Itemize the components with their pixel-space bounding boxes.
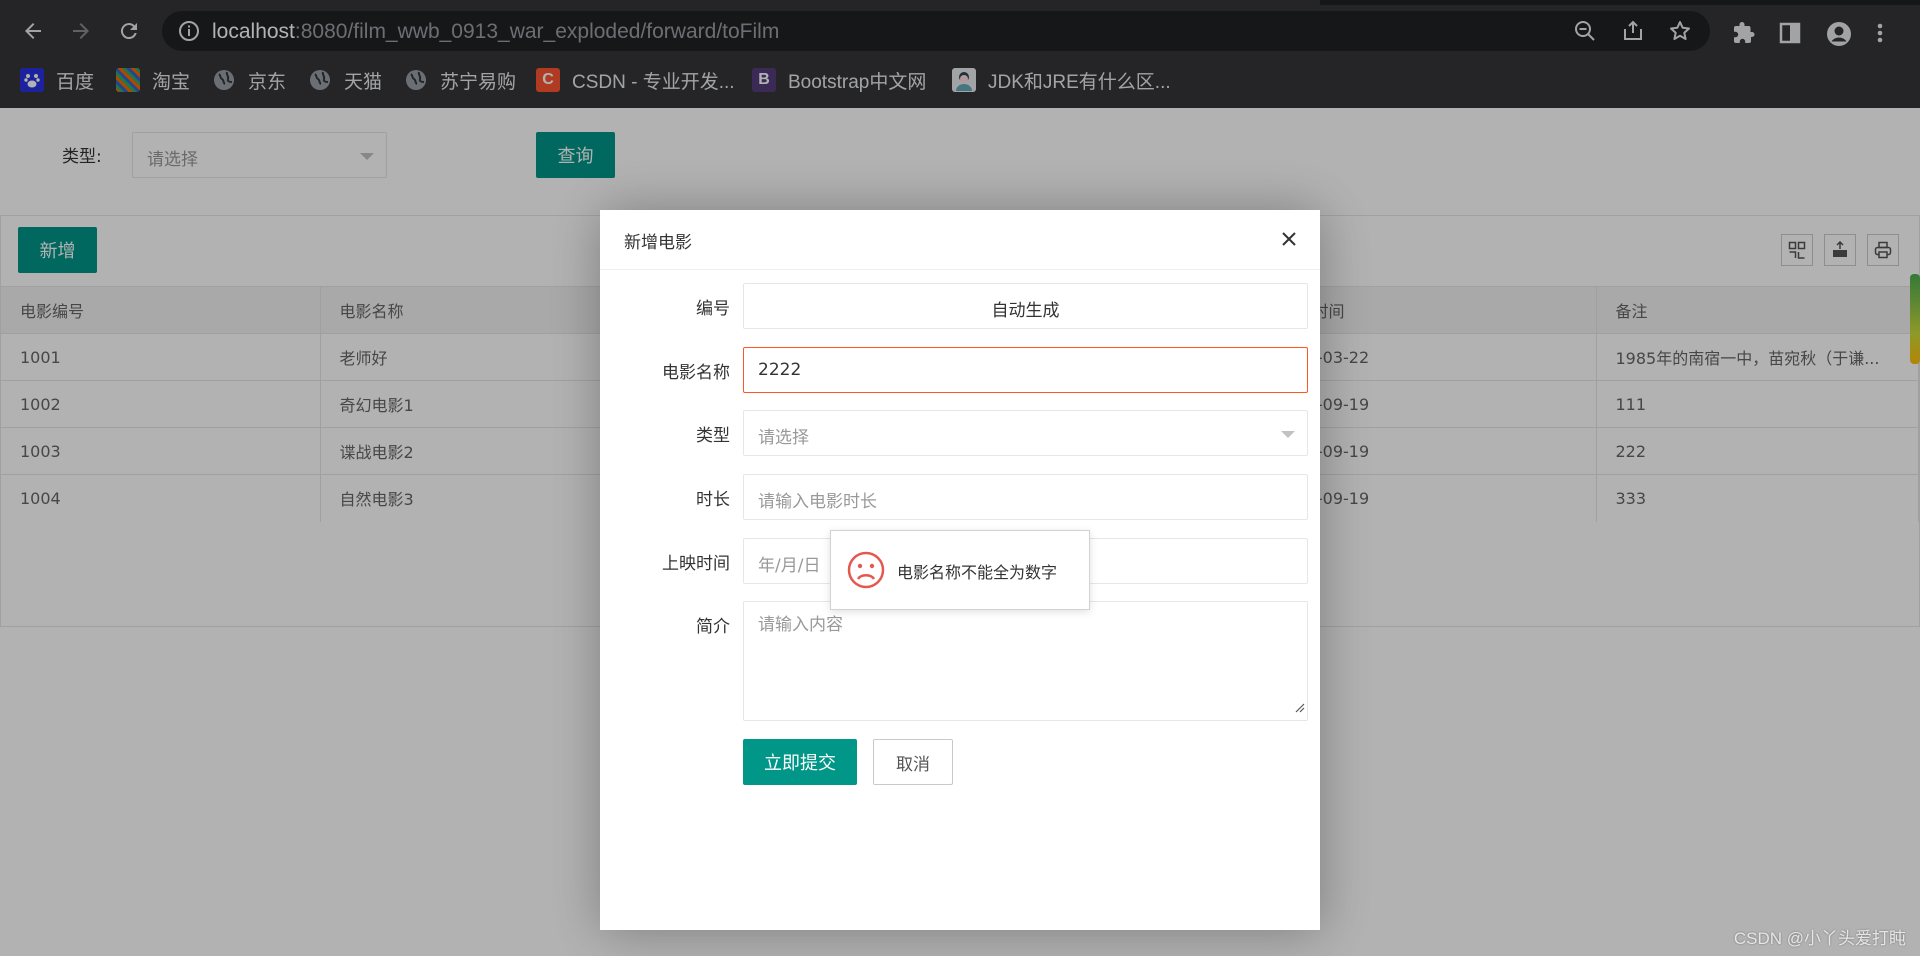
release-date-placeholder: 年/月/日 (758, 556, 821, 576)
chevron-down-icon (1281, 431, 1295, 438)
release-date-label: 上映时间 (662, 554, 730, 574)
duration-field[interactable]: 请输入电影时长 (743, 474, 1308, 520)
type-select[interactable]: 请选择 (743, 410, 1308, 456)
type-placeholder: 请选择 (758, 428, 809, 448)
duration-label: 时长 (696, 490, 730, 510)
sad-face-icon (847, 551, 885, 593)
id-label: 编号 (696, 299, 730, 319)
cancel-button[interactable]: 取消 (873, 739, 953, 785)
duration-placeholder: 请输入电影时长 (758, 492, 877, 512)
intro-placeholder: 请输入内容 (758, 615, 843, 635)
watermark: CSDN @小丫头爱打盹 (1733, 929, 1906, 948)
dialog-header: 新增电影 (600, 210, 1320, 270)
name-label: 电影名称 (662, 363, 730, 383)
resize-handle-icon[interactable] (1293, 698, 1305, 718)
submit-button[interactable]: 立即提交 (743, 739, 857, 785)
id-value: 自动生成 (991, 301, 1060, 321)
type-label: 类型 (696, 426, 730, 446)
intro-textarea[interactable]: 请输入内容 (743, 601, 1308, 721)
tip-message: 电影名称不能全为数字 (897, 563, 1058, 582)
name-field[interactable]: 2222 (743, 347, 1308, 393)
validation-tip: 电影名称不能全为数字 (830, 530, 1090, 610)
id-field: 自动生成 (743, 283, 1308, 329)
name-value: 2222 (758, 360, 802, 380)
dialog-title: 新增电影 (624, 233, 692, 253)
intro-label: 简介 (696, 617, 730, 637)
close-icon[interactable] (1276, 226, 1302, 252)
